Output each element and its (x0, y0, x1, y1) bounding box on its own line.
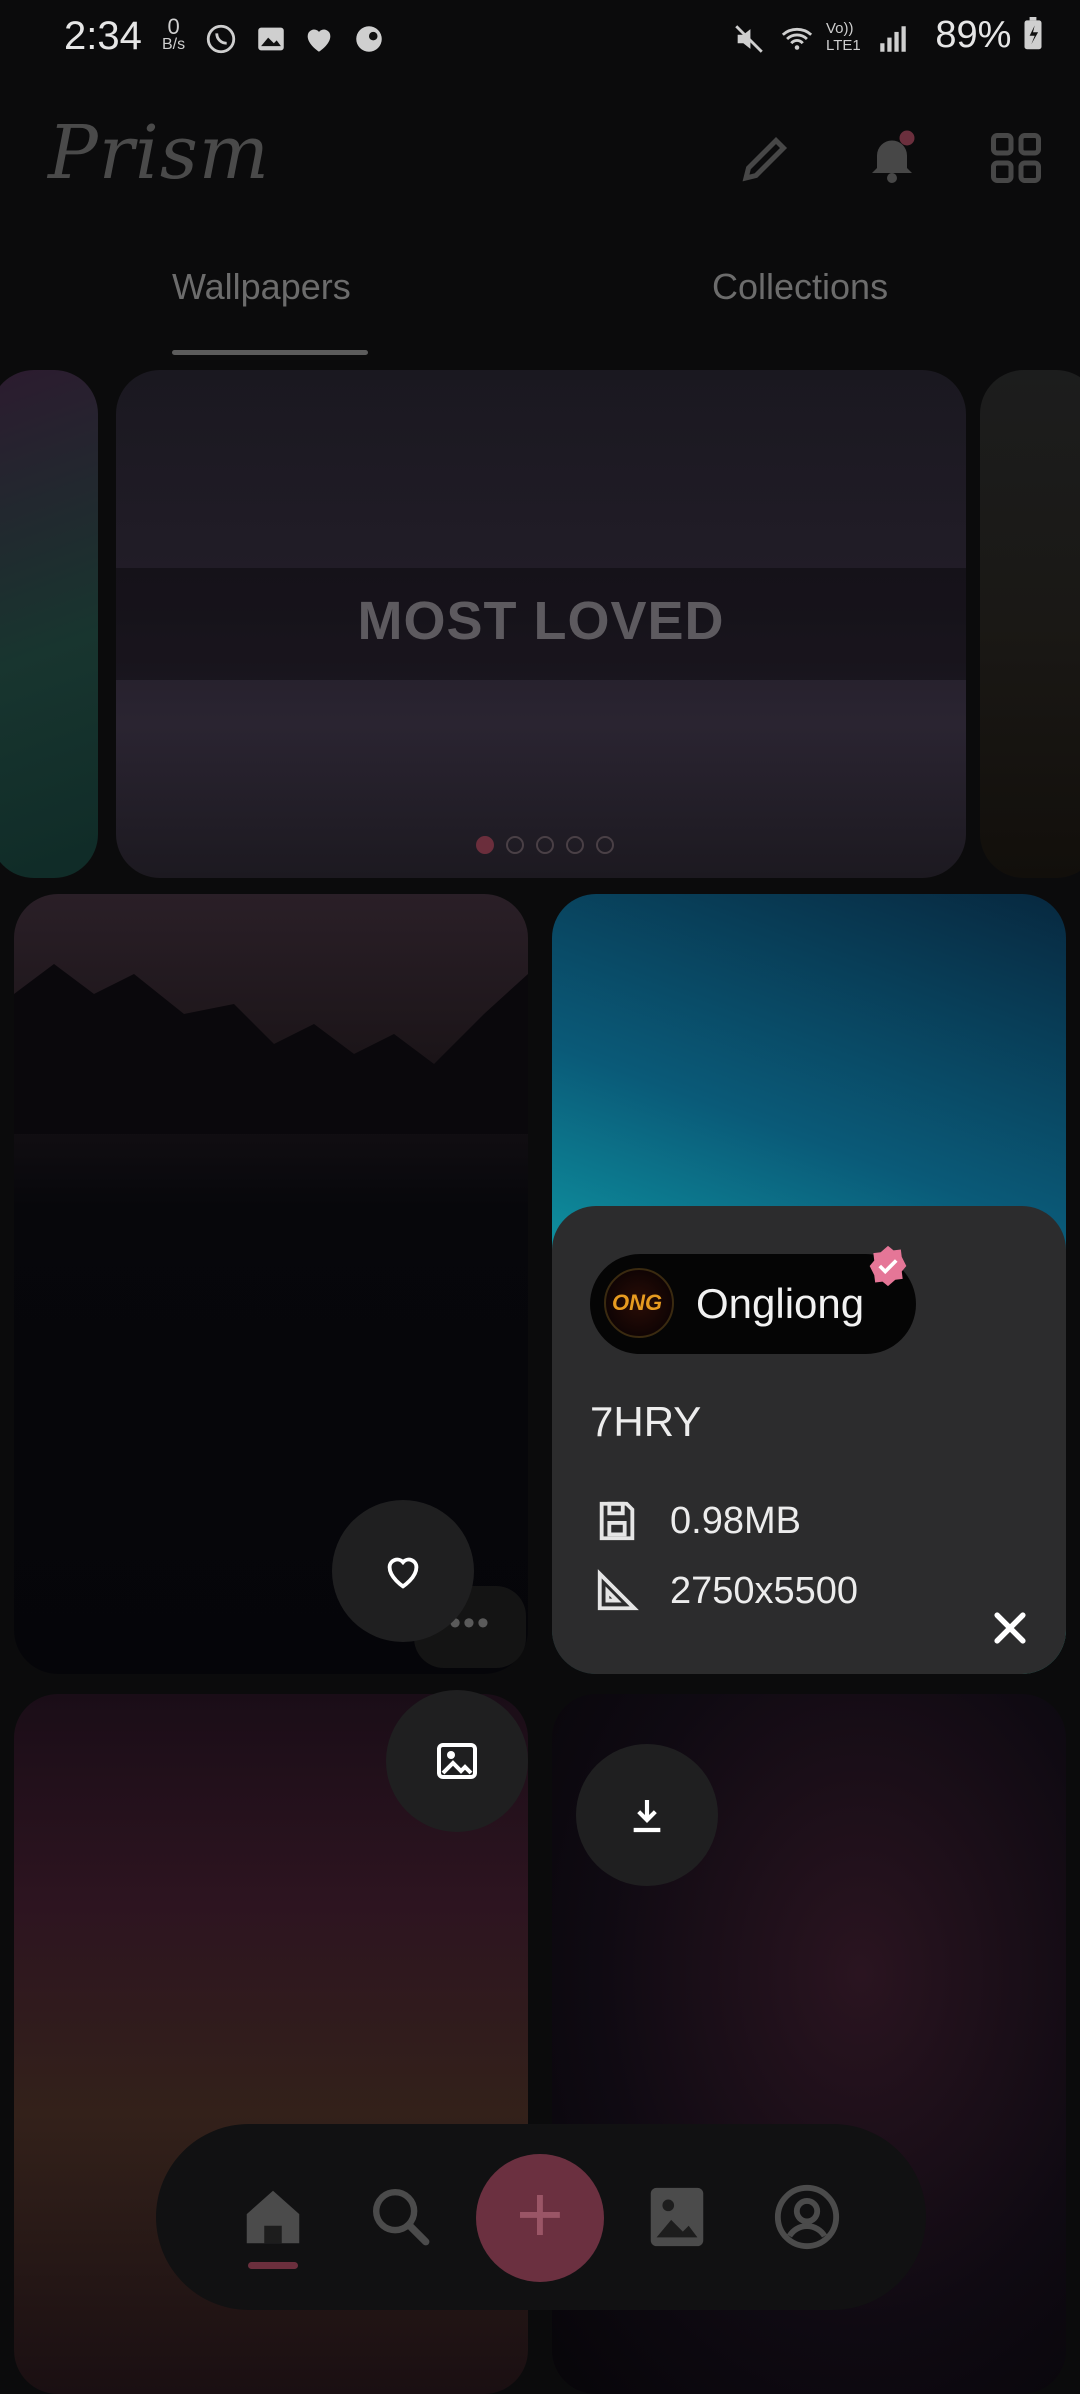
carousel-dot (566, 836, 584, 854)
carousel-dot (536, 836, 554, 854)
forest-silhouette (14, 964, 528, 1134)
carousel-dots (470, 836, 620, 859)
home-icon[interactable] (238, 2182, 308, 2252)
wifi-icon (781, 27, 813, 50)
steam-icon (356, 26, 382, 52)
net-speed: 0 B/s (162, 14, 186, 54)
carousel-dot (596, 836, 614, 854)
author-name: Ongliong (696, 1280, 865, 1327)
wallpaper-icon[interactable] (642, 2182, 712, 2252)
add-icon: + (516, 2169, 564, 2260)
status-time: 2:34 (64, 14, 142, 58)
battery-percent: 89% (935, 14, 1012, 56)
notification-bell-icon[interactable] (862, 128, 922, 188)
set-wallpaper-button[interactable] (386, 1690, 528, 1832)
signal-icon (880, 26, 906, 52)
file-size-icon (599, 1501, 635, 1541)
net-speed-value: 0 (167, 14, 180, 39)
whatsapp-icon (206, 24, 236, 54)
gallery-icon (258, 27, 284, 51)
edit-icon[interactable] (736, 128, 796, 188)
tab-wallpapers[interactable]: Wallpapers (172, 266, 351, 308)
home-active-indicator (248, 2262, 298, 2269)
carousel-next-card[interactable] (980, 370, 1080, 878)
author-avatar-text: ONG (612, 1290, 663, 1315)
set-wallpaper-icon (437, 1743, 477, 1779)
resolution-ruler-icon (597, 1569, 639, 1611)
app-logo: Prism (48, 110, 270, 196)
heart-icon (387, 1557, 419, 1589)
download-button[interactable] (576, 1744, 718, 1886)
status-bar: 2:34 0 B/s Vo)) LTE1 89% (0, 0, 1080, 80)
carousel-dot (506, 836, 524, 854)
health-icon (307, 29, 331, 52)
tab-indicator (172, 350, 368, 355)
carousel-prev-card[interactable] (0, 370, 98, 878)
battery-indicator: 89% (935, 14, 1044, 57)
file-size-value: 0.98MB (670, 1500, 801, 1542)
battery-charging-icon (1024, 17, 1042, 50)
tab-collections[interactable]: Collections (712, 266, 888, 308)
profile-icon[interactable] (772, 2182, 842, 2252)
banner-title: MOST LOVED (357, 591, 725, 651)
grid-menu-icon[interactable] (986, 128, 1046, 188)
wallpaper-name: 7HRY (590, 1398, 702, 1445)
net-speed-unit: B/s (162, 36, 186, 53)
author-avatar: ONG (604, 1268, 674, 1338)
search-icon[interactable] (366, 2182, 436, 2252)
lte-label: Vo)) LTE1 (826, 20, 861, 54)
resolution-value: 2750x5500 (670, 1570, 859, 1612)
favorite-button[interactable] (332, 1500, 474, 1642)
carousel-dot (476, 836, 494, 854)
close-icon[interactable] (988, 1606, 1032, 1650)
verified-badge-icon (869, 1245, 907, 1287)
mute-icon (735, 25, 763, 53)
add-wallpaper-button[interactable]: + (476, 2154, 604, 2282)
download-icon (633, 1800, 661, 1833)
